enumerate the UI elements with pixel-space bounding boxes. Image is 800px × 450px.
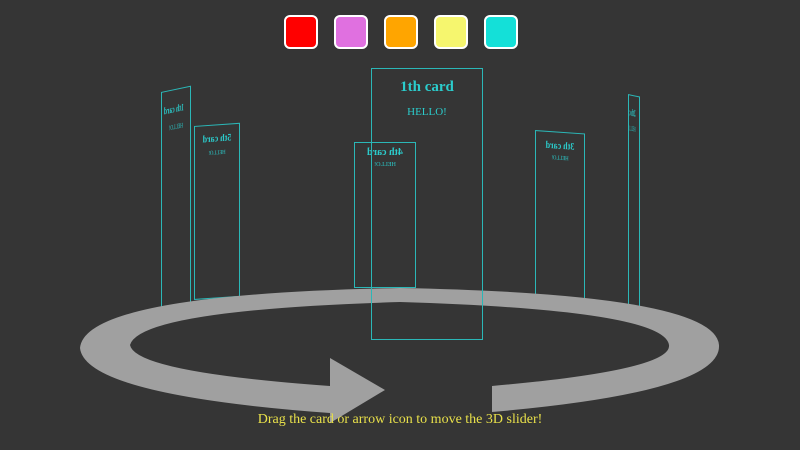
card-title: 1th card [400,79,454,95]
slider-stage: 4th card HELLO! 1th card HELLO! 5th card… [0,0,800,450]
card-front[interactable]: 1th card HELLO! [371,68,483,340]
instruction-text: Drag the card or arrow icon to move the … [257,412,543,427]
card-body: HELLO! [407,106,447,118]
